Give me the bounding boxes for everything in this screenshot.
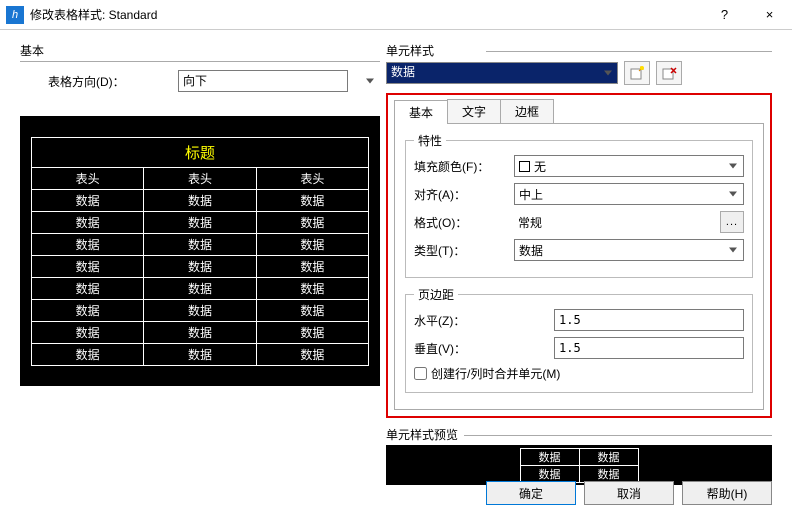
close-button[interactable]: × (747, 0, 792, 30)
preview-data-cell: 数据 (256, 234, 368, 256)
v-margin-label: 垂直(V)： (414, 340, 554, 357)
preview-data-cell: 数据 (144, 278, 256, 300)
tab-basic[interactable]: 基本 (394, 100, 448, 124)
preview-data-cell: 数据 (256, 256, 368, 278)
preview-data-cell: 数据 (144, 256, 256, 278)
preview-title-cell: 标题 (32, 138, 369, 168)
help-button[interactable]: ? (702, 0, 747, 30)
preview-data-cell: 数据 (144, 190, 256, 212)
new-style-button[interactable] (624, 61, 650, 85)
preview-data-cell: 数据 (256, 300, 368, 322)
type-select[interactable]: 数据 (514, 239, 744, 261)
preview-data-cell: 数据 (32, 278, 144, 300)
cancel-button[interactable]: 取消 (584, 481, 674, 505)
help-button-footer[interactable]: 帮助(H) (682, 481, 772, 505)
window-title: 修改表格样式: Standard (30, 6, 702, 23)
margin-legend: 页边距 (414, 286, 458, 303)
cell-preview-cell: 数据 (520, 448, 579, 465)
merge-checkbox[interactable] (414, 367, 427, 380)
direction-label: 表格方向(D)： (48, 73, 178, 90)
props-legend: 特性 (414, 132, 446, 149)
preview-data-cell: 数据 (256, 322, 368, 344)
h-margin-input[interactable] (554, 309, 744, 331)
ok-button[interactable]: 确定 (486, 481, 576, 505)
preview-data-cell: 数据 (144, 300, 256, 322)
preview-data-cell: 数据 (32, 234, 144, 256)
preview-data-cell: 数据 (144, 322, 256, 344)
highlighted-settings-area: 基本 文字 边框 特性 填充颜色(F)： 无 (386, 93, 772, 418)
preview-header-cell: 表头 (32, 168, 144, 190)
fill-color-label: 填充颜色(F)： (414, 158, 514, 175)
titlebar: h 修改表格样式: Standard ? × (0, 0, 792, 30)
cell-preview-cell: 数据 (520, 465, 579, 482)
preview-data-cell: 数据 (256, 190, 368, 212)
preview-data-cell: 数据 (32, 190, 144, 212)
type-label: 类型(T)： (414, 242, 514, 259)
tab-border[interactable]: 边框 (500, 99, 554, 123)
delete-icon (661, 65, 677, 81)
table-preview: 标题 表头 表头 表头 数据数据数据 数据数据数据 数据数据数据 数据数据数据 … (20, 116, 380, 386)
cell-preview-cell: 数据 (579, 465, 638, 482)
preview-data-cell: 数据 (32, 300, 144, 322)
cell-preview-label: 单元样式预览 (386, 426, 458, 443)
format-value: 常规 (514, 214, 716, 231)
preview-data-cell: 数据 (32, 322, 144, 344)
format-more-button[interactable]: ... (720, 211, 744, 233)
preview-header-cell: 表头 (256, 168, 368, 190)
cell-style-section-label: 单元样式 (386, 42, 434, 59)
direction-select[interactable]: 向下 (178, 70, 348, 92)
preview-data-cell: 数据 (256, 212, 368, 234)
preview-data-cell: 数据 (256, 344, 368, 366)
preview-data-cell: 数据 (32, 344, 144, 366)
preview-header-cell: 表头 (144, 168, 256, 190)
preview-data-cell: 数据 (144, 212, 256, 234)
v-margin-input[interactable] (554, 337, 744, 359)
format-label: 格式(O)： (414, 214, 514, 231)
merge-label: 创建行/列时合并单元(M) (431, 365, 560, 382)
h-margin-label: 水平(Z)： (414, 312, 554, 329)
tab-text[interactable]: 文字 (447, 99, 501, 123)
align-select[interactable]: 中上 (514, 183, 744, 205)
preview-data-cell: 数据 (144, 234, 256, 256)
color-swatch-icon (519, 161, 530, 172)
basic-section-label: 基本 (20, 42, 380, 59)
fill-color-select[interactable]: 无 (514, 155, 744, 177)
cell-preview-cell: 数据 (579, 448, 638, 465)
delete-style-button[interactable] (656, 61, 682, 85)
align-label: 对齐(A)： (414, 186, 514, 203)
app-icon: h (6, 6, 24, 24)
preview-data-cell: 数据 (32, 256, 144, 278)
cell-style-select[interactable]: 数据 (386, 62, 618, 84)
preview-data-cell: 数据 (32, 212, 144, 234)
preview-data-cell: 数据 (256, 278, 368, 300)
new-icon (629, 65, 645, 81)
cell-style-preview: 数据数据 数据数据 (386, 445, 772, 485)
preview-data-cell: 数据 (144, 344, 256, 366)
